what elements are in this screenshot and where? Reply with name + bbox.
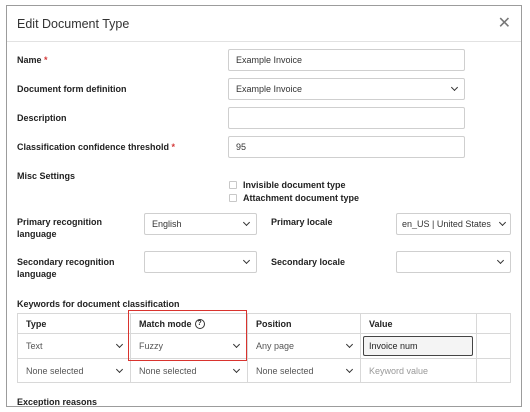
threshold-label: Classification confidence threshold *: [17, 142, 176, 152]
secondary-locale-select[interactable]: [396, 251, 511, 273]
column-header-position: Position: [247, 313, 360, 333]
column-header-type: Type: [17, 313, 130, 333]
primary-locale-label: Primary locale: [271, 217, 333, 227]
chevron-down-icon: [345, 340, 354, 349]
attachment-type-checkbox[interactable]: Attachment document type: [229, 193, 359, 203]
chevron-down-icon: [242, 218, 251, 227]
type-select[interactable]: Text: [17, 333, 130, 358]
primary-recognition-select[interactable]: English: [144, 213, 257, 235]
description-input[interactable]: [228, 107, 465, 129]
misc-settings-label: Misc Settings: [17, 171, 76, 181]
keywords-table: Type Match mode ? Position Value Text Fu…: [17, 313, 511, 383]
form-definition-select[interactable]: Example Invoice: [228, 78, 465, 100]
type-select[interactable]: None selected: [17, 358, 130, 383]
exception-reasons-label: Exception reasons: [17, 397, 98, 407]
chevron-down-icon: [345, 365, 354, 373]
edit-document-type-dialog: Edit Document Type ✕ Name * Example Invo…: [6, 5, 522, 407]
table-row: None selected None selected None selecte…: [17, 358, 511, 383]
name-input[interactable]: Example Invoice: [228, 49, 465, 71]
chevron-down-icon: [115, 365, 124, 373]
table-header-row: Type Match mode ? Position Value: [17, 313, 511, 333]
threshold-input[interactable]: 95: [228, 136, 465, 158]
column-header-actions: [476, 313, 511, 333]
checkbox[interactable]: [229, 194, 237, 202]
keywords-label: Keywords for document classification: [17, 299, 180, 309]
value-cell: Invoice num: [360, 333, 476, 358]
primary-locale-select[interactable]: en_US | United States: [396, 213, 511, 235]
help-icon[interactable]: ?: [194, 318, 205, 329]
chevron-down-icon: [115, 340, 124, 349]
row-actions-cell: [476, 358, 511, 383]
keyword-value-input[interactable]: Keyword value: [360, 358, 476, 383]
column-header-value: Value: [360, 313, 476, 333]
invisible-type-checkbox[interactable]: Invisible document type: [229, 180, 346, 190]
dialog-body: Name * Example Invoice Document form def…: [7, 42, 521, 407]
match-mode-select[interactable]: Fuzzy: [130, 333, 247, 358]
name-label: Name *: [17, 55, 48, 65]
match-mode-select[interactable]: None selected: [130, 358, 247, 383]
chevron-down-icon: [496, 256, 505, 265]
position-select[interactable]: Any page: [247, 333, 360, 358]
chevron-down-icon: [498, 218, 507, 227]
chevron-down-icon: [450, 83, 459, 92]
chevron-down-icon: [232, 365, 241, 373]
chevron-down-icon: [242, 256, 251, 265]
chevron-down-icon: [232, 340, 241, 349]
checkbox[interactable]: [229, 181, 237, 189]
close-icon[interactable]: ✕: [498, 15, 511, 32]
primary-recognition-label: Primary recognition language: [17, 217, 103, 239]
row-actions-cell: [476, 333, 511, 358]
table-row: Text Fuzzy Any page Invoice num: [17, 333, 511, 358]
dialog-title: Edit Document Type: [17, 16, 130, 31]
column-header-match-mode: Match mode ?: [130, 313, 247, 333]
secondary-locale-label: Secondary locale: [271, 257, 346, 267]
secondary-recognition-label: Secondary recognition language: [17, 257, 115, 279]
dialog-header: Edit Document Type ✕: [7, 6, 521, 42]
form-definition-label: Document form definition: [17, 84, 127, 94]
position-select[interactable]: None selected: [247, 358, 360, 383]
description-label: Description: [17, 113, 67, 123]
keyword-value-input[interactable]: Invoice num: [363, 336, 473, 356]
secondary-recognition-select[interactable]: [144, 251, 257, 273]
